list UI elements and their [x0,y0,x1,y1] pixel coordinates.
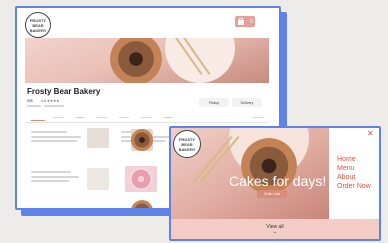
mobile-hero-image: FROSTY BEAR BAKERY Cakes for days! Order… [171,128,329,219]
nav-item-about[interactable]: About [337,173,371,182]
tab-5[interactable] [119,117,129,119]
item-thumbnail-pink[interactable] [125,166,157,192]
tab-6[interactable] [141,117,151,119]
tab-more[interactable] [253,117,263,119]
tab-4[interactable] [97,117,107,119]
view-all-bar[interactable]: View all ⌄ [171,219,379,239]
logo[interactable]: FROSTY BEAR BAKERY [25,12,51,38]
item-thumbnail[interactable] [87,128,109,148]
item-thumbnail-3[interactable] [131,200,153,208]
delivery-button[interactable]: Delivery [232,98,262,107]
pickup-button[interactable]: Pickup [199,98,229,107]
category-tabs [25,114,269,123]
tab-7[interactable] [163,117,173,119]
price-level: $$$ [27,99,33,103]
tab-2[interactable] [53,117,63,119]
info-line [27,105,41,107]
order-now-button[interactable]: Order now [257,190,287,198]
close-icon[interactable]: ✕ [367,129,374,138]
cart-count: 0 [250,18,253,25]
item-thumbnail-donut[interactable] [131,129,153,151]
tab-3[interactable] [75,117,85,119]
business-name: Frosty Bear Bakery [27,87,101,96]
nav-item-order-now[interactable]: Order Now [337,182,371,191]
hero-tagline: Cakes for days! [229,173,327,189]
rating: 4.8 ★★★★ [41,99,60,103]
list-item[interactable] [31,171,87,182]
nav-item-home[interactable]: Home [337,155,371,164]
mobile-nav-menu: ✕ Home Menu About Order Now [329,128,379,219]
chevron-down-icon: ⌄ [272,228,278,235]
item-thumbnail[interactable] [87,168,109,190]
nav-item-menu[interactable]: Menu [337,164,371,173]
logo[interactable]: FROSTY BEAR BAKERY [173,130,201,158]
donut-image [110,38,162,83]
mobile-preview-window: FROSTY BEAR BAKERY Cakes for days! Order… [169,126,381,241]
list-item[interactable] [31,131,87,142]
cart-button[interactable]: 0 [235,16,255,27]
info-line-2 [44,105,64,107]
bag-icon [238,17,245,25]
tab-1[interactable] [31,114,45,121]
nav-menu-list: Home Menu About Order Now [337,155,371,191]
hero-image [25,38,269,83]
